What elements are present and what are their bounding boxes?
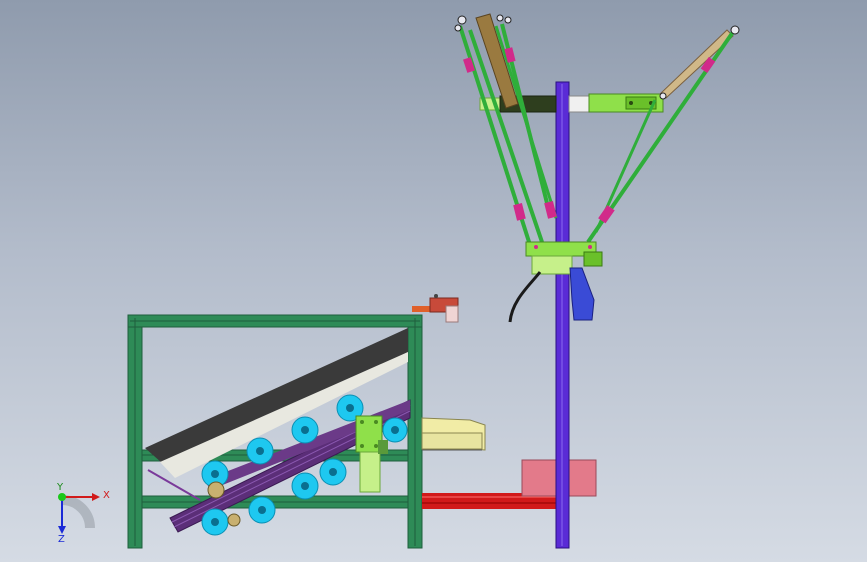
vertical-post	[555, 81, 570, 549]
axis-y-label: Y	[56, 482, 64, 493]
cad-scene: X Y Z	[56, 13, 740, 549]
output-tray	[421, 417, 486, 451]
vacuum-hose	[508, 271, 542, 323]
joint	[544, 201, 557, 219]
motor-body	[359, 451, 381, 493]
robot-arms	[454, 13, 740, 246]
output-rail	[422, 459, 597, 509]
axis-x-label: X	[103, 490, 110, 501]
gripper-tool	[569, 267, 595, 321]
coordinate-triad: X Y Z	[56, 482, 110, 545]
drive-sprocket	[227, 513, 241, 527]
joint	[513, 203, 526, 221]
axis-z-label: Z	[58, 534, 65, 545]
drive-sprocket	[207, 481, 225, 499]
joint	[463, 57, 475, 73]
